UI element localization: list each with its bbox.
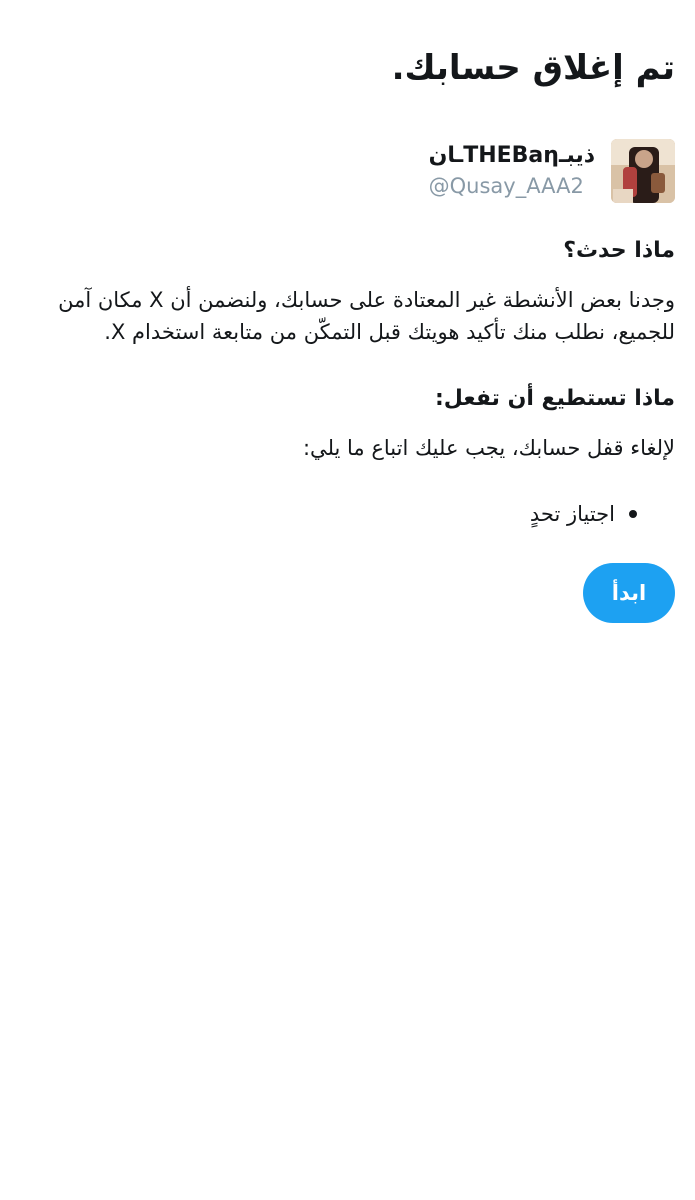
page-title: تم إغلاق حسابك. bbox=[391, 48, 675, 88]
account-info: ذيبـTHEBaηـان @Qusay_AAA2 bbox=[429, 141, 595, 201]
account-card: ذيبـTHEBaηـان @Qusay_AAA2 bbox=[429, 138, 675, 204]
what-you-can-do-text: لإلغاء قفل حسابك، يجب عليك اتباع ما يلي: bbox=[302, 436, 675, 460]
what-happened-text: وجدنا بعض الأنشطة غير المعتادة على حسابك… bbox=[58, 288, 675, 344]
steps-list: اجتياز تحدٍ bbox=[530, 498, 637, 530]
avatar bbox=[611, 139, 675, 203]
start-button[interactable]: ابدأ bbox=[583, 563, 675, 623]
account-handle: @Qusay_AAA2 bbox=[428, 174, 584, 198]
step-label: اجتياز تحدٍ bbox=[529, 502, 615, 526]
locked-account-page: تم إغلاق حسابك. ذيبـTHEBaηـان @Qusay_AAA… bbox=[0, 0, 695, 1200]
what-happened-heading: ماذا حدث؟ bbox=[563, 238, 675, 263]
bullet-icon bbox=[629, 510, 637, 518]
what-you-can-do-heading: ماذا تستطيع أن تفعل: bbox=[434, 386, 675, 411]
list-item: اجتياز تحدٍ bbox=[530, 498, 637, 530]
account-display-name: ذيبـTHEBaηـان bbox=[428, 143, 595, 168]
avatar-image bbox=[611, 139, 675, 203]
